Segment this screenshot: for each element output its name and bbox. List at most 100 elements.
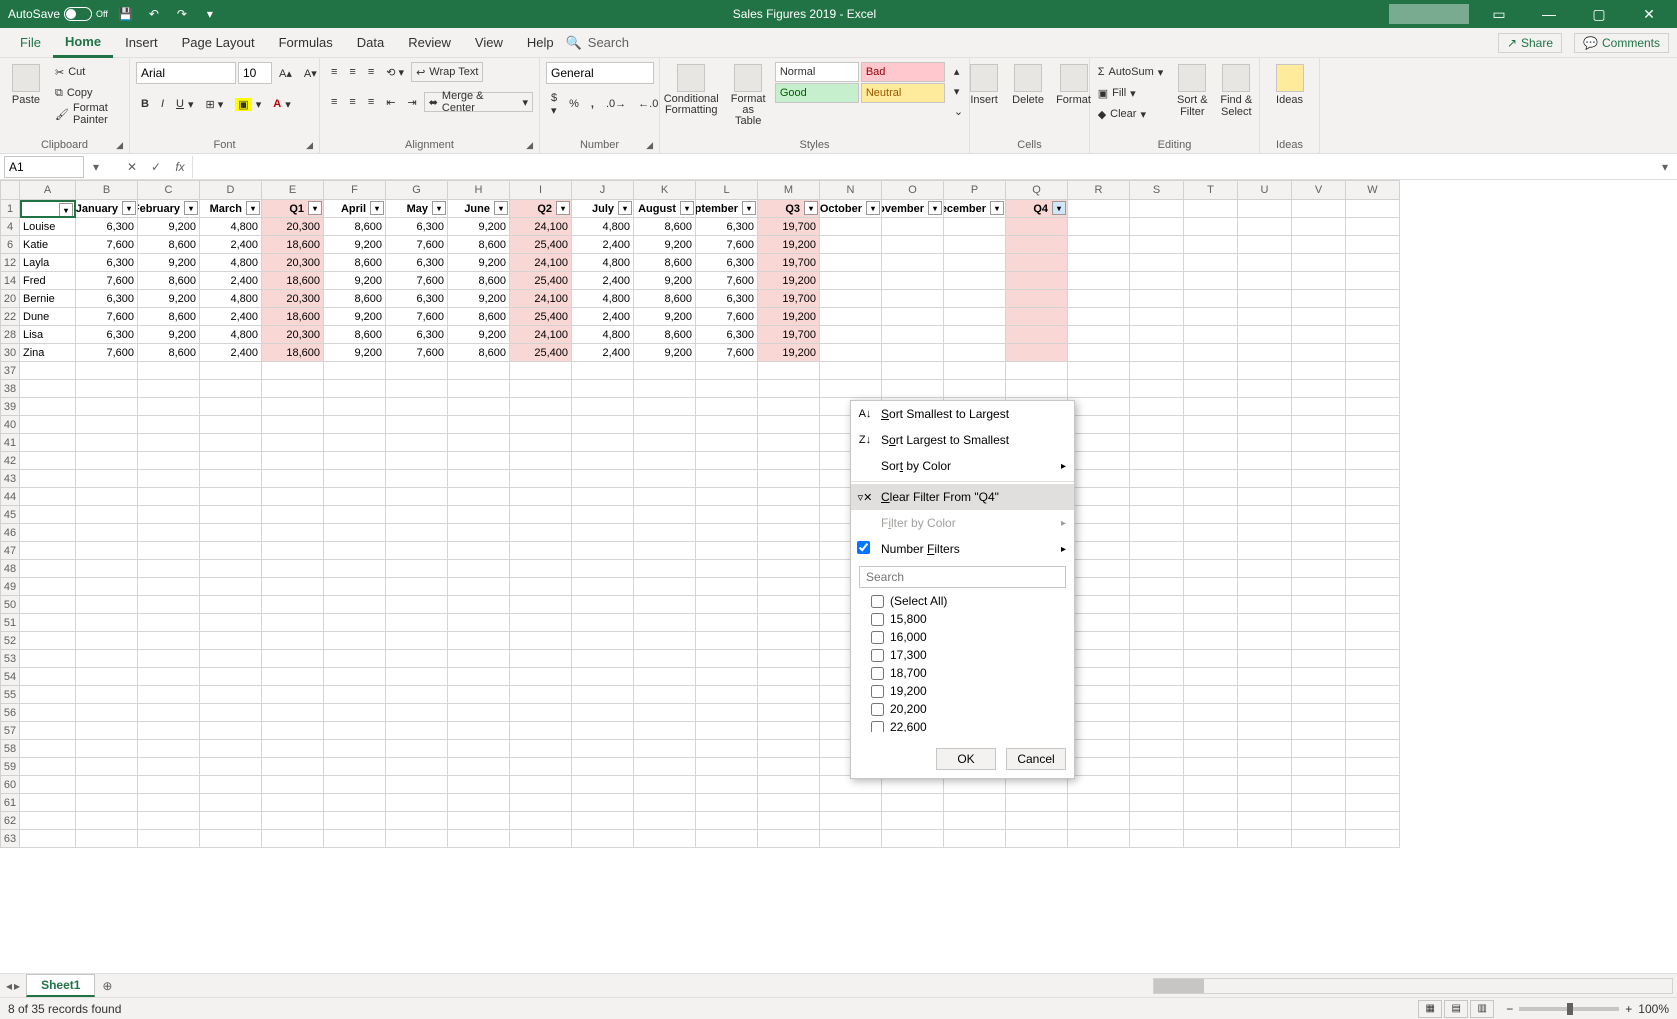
cell-D48[interactable] (200, 560, 262, 578)
filter-value-item[interactable]: 22,600 (871, 718, 1066, 732)
cell-L20[interactable]: 6,300 (696, 290, 758, 308)
cell-A47[interactable] (20, 542, 76, 560)
sheet-nav-first-icon[interactable]: ◂ (6, 979, 12, 993)
cell-J41[interactable] (572, 434, 634, 452)
cell-H20[interactable]: 9,200 (448, 290, 510, 308)
row-head-6[interactable]: 6 (0, 236, 20, 254)
cell-K41[interactable] (634, 434, 696, 452)
cell-A49[interactable] (20, 578, 76, 596)
wrap-text-button[interactable]: ↩ Wrap Text (411, 62, 483, 82)
cell-G30[interactable]: 7,600 (386, 344, 448, 362)
cell-B49[interactable] (76, 578, 138, 596)
cell-S4[interactable] (1130, 218, 1184, 236)
filter-button-M[interactable]: ▾ (804, 201, 818, 215)
row-head-49[interactable]: 49 (0, 578, 20, 596)
enter-formula-icon[interactable]: ✓ (144, 160, 168, 174)
cell-S42[interactable] (1130, 452, 1184, 470)
cell-H22[interactable]: 8,600 (448, 308, 510, 326)
header-cell-P[interactable]: December▾ (944, 200, 1006, 218)
cell-W20[interactable] (1346, 290, 1400, 308)
col-head-M[interactable]: M (758, 180, 820, 200)
format-as-table-button[interactable]: Format as Table (726, 62, 771, 129)
cell-E56[interactable] (262, 704, 324, 722)
cell-V43[interactable] (1292, 470, 1346, 488)
cell-J45[interactable] (572, 506, 634, 524)
cell-I60[interactable] (510, 776, 572, 794)
align-left-icon[interactable]: ≡ (326, 92, 342, 112)
cell-G58[interactable] (386, 740, 448, 758)
increase-font-icon[interactable]: A▴ (274, 63, 297, 83)
cell-F37[interactable] (324, 362, 386, 380)
cell-L41[interactable] (696, 434, 758, 452)
cell-K40[interactable] (634, 416, 696, 434)
cell-F61[interactable] (324, 794, 386, 812)
number-format-combo[interactable] (546, 62, 654, 84)
cell-A38[interactable] (20, 380, 76, 398)
cell-G50[interactable] (386, 596, 448, 614)
cell-U60[interactable] (1238, 776, 1292, 794)
alignment-launcher-icon[interactable]: ◢ (526, 140, 533, 151)
cell-I4[interactable]: 24,100 (510, 218, 572, 236)
cell-G63[interactable] (386, 830, 448, 848)
ok-button[interactable]: OK (936, 748, 996, 770)
cell-H59[interactable] (448, 758, 510, 776)
cell-M53[interactable] (758, 650, 820, 668)
row-head-57[interactable]: 57 (0, 722, 20, 740)
cell-K49[interactable] (634, 578, 696, 596)
cell-M63[interactable] (758, 830, 820, 848)
col-head-L[interactable]: L (696, 180, 758, 200)
cell-U41[interactable] (1238, 434, 1292, 452)
cell-S45[interactable] (1130, 506, 1184, 524)
cell-R57[interactable] (1068, 722, 1130, 740)
header-cell-W[interactable] (1346, 200, 1400, 218)
cell-K63[interactable] (634, 830, 696, 848)
cell-U54[interactable] (1238, 668, 1292, 686)
cell-T41[interactable] (1184, 434, 1238, 452)
cell-V53[interactable] (1292, 650, 1346, 668)
cell-L63[interactable] (696, 830, 758, 848)
cell-A56[interactable] (20, 704, 76, 722)
header-cell-F[interactable]: April▾ (324, 200, 386, 218)
cell-D54[interactable] (200, 668, 262, 686)
cell-D43[interactable] (200, 470, 262, 488)
cell-B30[interactable]: 7,600 (76, 344, 138, 362)
col-head-C[interactable]: C (138, 180, 200, 200)
cell-P37[interactable] (944, 362, 1006, 380)
cell-H38[interactable] (448, 380, 510, 398)
cell-B50[interactable] (76, 596, 138, 614)
cell-B52[interactable] (76, 632, 138, 650)
sort-descending-item[interactable]: Z↓ Sort Largest to Smallest (851, 427, 1074, 453)
cell-C58[interactable] (138, 740, 200, 758)
cell-F44[interactable] (324, 488, 386, 506)
cell-F46[interactable] (324, 524, 386, 542)
cell-C22[interactable]: 8,600 (138, 308, 200, 326)
cell-B41[interactable] (76, 434, 138, 452)
cell-S6[interactable] (1130, 236, 1184, 254)
borders-button[interactable]: ⊞ ▾ (201, 94, 229, 114)
cell-R61[interactable] (1068, 794, 1130, 812)
cell-S38[interactable] (1130, 380, 1184, 398)
cell-P63[interactable] (944, 830, 1006, 848)
cell-D58[interactable] (200, 740, 262, 758)
cell-K48[interactable] (634, 560, 696, 578)
cell-L56[interactable] (696, 704, 758, 722)
cell-W38[interactable] (1346, 380, 1400, 398)
cell-F45[interactable] (324, 506, 386, 524)
cell-K51[interactable] (634, 614, 696, 632)
cell-V45[interactable] (1292, 506, 1346, 524)
cell-T42[interactable] (1184, 452, 1238, 470)
cell-J22[interactable]: 2,400 (572, 308, 634, 326)
cell-I57[interactable] (510, 722, 572, 740)
cell-U30[interactable] (1238, 344, 1292, 362)
cell-N38[interactable] (820, 380, 882, 398)
cell-K60[interactable] (634, 776, 696, 794)
cell-L37[interactable] (696, 362, 758, 380)
sort-filter-button[interactable]: Sort & Filter (1172, 62, 1212, 120)
cell-G47[interactable] (386, 542, 448, 560)
cell-B58[interactable] (76, 740, 138, 758)
row-head-40[interactable]: 40 (0, 416, 20, 434)
cell-U20[interactable] (1238, 290, 1292, 308)
cell-U6[interactable] (1238, 236, 1292, 254)
cell-H48[interactable] (448, 560, 510, 578)
cell-K56[interactable] (634, 704, 696, 722)
